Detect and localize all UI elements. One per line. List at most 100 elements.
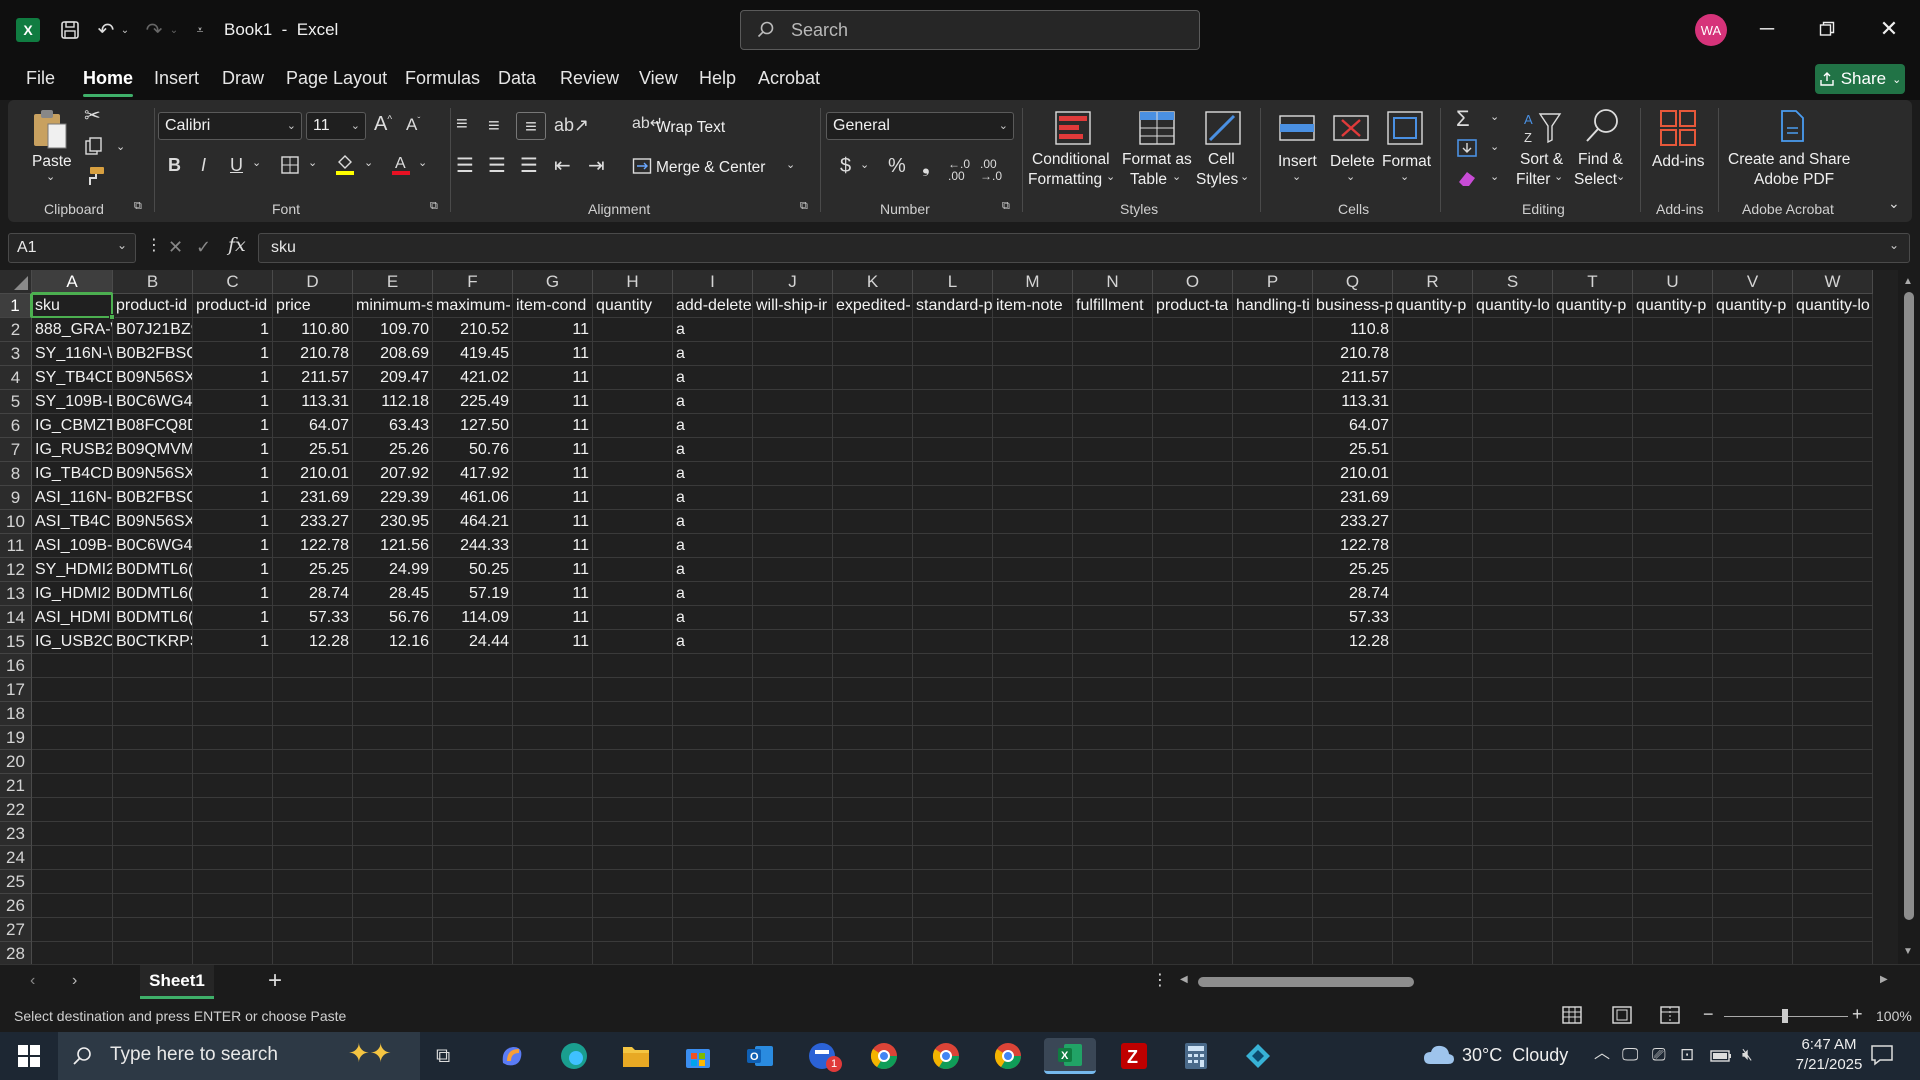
table-cell[interactable] [273, 678, 353, 702]
table-cell[interactable]: 11 [513, 318, 593, 342]
table-cell[interactable] [433, 918, 513, 942]
table-cell[interactable] [1553, 438, 1633, 462]
table-cell[interactable]: 421.02 [433, 366, 513, 390]
table-cell[interactable]: 207.92 [353, 462, 433, 486]
table-cell[interactable]: 56.76 [353, 606, 433, 630]
minimize-button[interactable]: ─ [1752, 14, 1782, 44]
table-cell[interactable] [913, 510, 993, 534]
table-cell[interactable] [913, 342, 993, 366]
table-cell[interactable] [1713, 342, 1793, 366]
table-cell[interactable] [753, 822, 833, 846]
row-header[interactable]: 21 [0, 774, 32, 798]
table-cell[interactable]: IG_TB4CD( [32, 462, 113, 486]
table-cell[interactable] [1793, 654, 1873, 678]
table-cell[interactable] [1793, 486, 1873, 510]
table-cell[interactable]: B0B2FBSC. [113, 342, 193, 366]
table-cell[interactable] [1233, 798, 1313, 822]
tab-formulas[interactable]: Formulas [405, 68, 480, 89]
table-cell[interactable]: B0DMTL6( [113, 606, 193, 630]
table-cell[interactable] [1393, 942, 1473, 964]
table-cell[interactable]: 1 [193, 438, 273, 462]
table-cell[interactable] [913, 414, 993, 438]
column-header-R[interactable]: R [1393, 270, 1473, 294]
increase-indent-icon[interactable]: ⇥ [588, 156, 605, 176]
table-cell[interactable] [1713, 918, 1793, 942]
table-cell[interactable] [1153, 582, 1233, 606]
header-cell[interactable]: expedited- [833, 294, 913, 318]
table-cell[interactable] [1233, 558, 1313, 582]
row-header[interactable]: 22 [0, 798, 32, 822]
table-cell[interactable] [833, 558, 913, 582]
table-cell[interactable] [1553, 630, 1633, 654]
table-cell[interactable]: B09N56SX [113, 366, 193, 390]
table-cell[interactable]: 57.33 [273, 606, 353, 630]
zoom-level[interactable]: 100% [1876, 1008, 1912, 1024]
table-cell[interactable]: 11 [513, 462, 593, 486]
taskbar-calculator-icon[interactable] [1176, 1038, 1216, 1074]
row-header[interactable]: 26 [0, 894, 32, 918]
table-cell[interactable] [1153, 438, 1233, 462]
clear-icon[interactable] [1456, 168, 1478, 191]
table-cell[interactable] [1313, 942, 1393, 964]
table-cell[interactable] [1553, 870, 1633, 894]
table-cell[interactable] [513, 702, 593, 726]
table-cell[interactable] [833, 798, 913, 822]
table-cell[interactable]: a [673, 510, 753, 534]
borders-dropdown-icon[interactable]: ⌄ [308, 158, 317, 169]
table-cell[interactable] [1313, 798, 1393, 822]
table-cell[interactable] [673, 798, 753, 822]
column-header-F[interactable]: F [433, 270, 513, 294]
table-cell[interactable]: IG_CBMZT [32, 414, 113, 438]
table-cell[interactable] [593, 606, 673, 630]
header-cell[interactable]: price [273, 294, 353, 318]
column-header-K[interactable]: K [833, 270, 913, 294]
table-cell[interactable] [593, 558, 673, 582]
column-header-E[interactable]: E [353, 270, 433, 294]
add-sheet-icon[interactable]: + [268, 969, 282, 993]
table-cell[interactable] [1553, 654, 1633, 678]
undo-dropdown-icon[interactable]: ⌄ [119, 20, 131, 40]
table-cell[interactable]: 25.51 [273, 438, 353, 462]
table-cell[interactable] [1633, 870, 1713, 894]
table-cell[interactable] [1713, 702, 1793, 726]
header-cell[interactable]: sku [32, 294, 113, 318]
table-cell[interactable]: 1 [193, 342, 273, 366]
insert-cells-label[interactable]: Insert [1278, 152, 1317, 171]
table-cell[interactable] [1153, 846, 1233, 870]
table-cell[interactable] [1713, 798, 1793, 822]
table-cell[interactable] [1393, 390, 1473, 414]
table-cell[interactable] [113, 870, 193, 894]
weather-cloud-icon[interactable] [1422, 1042, 1456, 1071]
table-cell[interactable] [1233, 846, 1313, 870]
table-cell[interactable] [993, 366, 1073, 390]
table-cell[interactable]: IG_RUSB2( [32, 438, 113, 462]
table-cell[interactable] [833, 702, 913, 726]
table-cell[interactable] [673, 942, 753, 964]
table-cell[interactable] [1473, 942, 1553, 964]
table-cell[interactable] [1393, 510, 1473, 534]
table-cell[interactable] [1633, 486, 1713, 510]
table-cell[interactable] [913, 318, 993, 342]
table-cell[interactable] [1393, 366, 1473, 390]
table-cell[interactable] [1553, 678, 1633, 702]
header-cell[interactable]: maximum- [433, 294, 513, 318]
table-cell[interactable] [193, 894, 273, 918]
table-cell[interactable] [32, 702, 113, 726]
header-cell[interactable]: quantity-p [1393, 294, 1473, 318]
table-cell[interactable] [1553, 318, 1633, 342]
increase-decimal-icon[interactable]: ←.0.00 [948, 158, 970, 182]
table-cell[interactable] [753, 678, 833, 702]
table-cell[interactable] [353, 846, 433, 870]
sheet-tab-sheet1[interactable]: Sheet1 [140, 965, 214, 999]
table-cell[interactable] [1793, 510, 1873, 534]
table-cell[interactable]: 464.21 [433, 510, 513, 534]
table-cell[interactable]: 11 [513, 366, 593, 390]
cell-styles-label-2[interactable]: Styles [1196, 170, 1238, 189]
table-cell[interactable]: 209.47 [353, 366, 433, 390]
table-cell[interactable] [1553, 750, 1633, 774]
table-cell[interactable] [1633, 318, 1713, 342]
table-cell[interactable] [833, 894, 913, 918]
table-cell[interactable] [1393, 630, 1473, 654]
table-cell[interactable] [1393, 702, 1473, 726]
table-cell[interactable]: ASI_TB4CI [32, 510, 113, 534]
